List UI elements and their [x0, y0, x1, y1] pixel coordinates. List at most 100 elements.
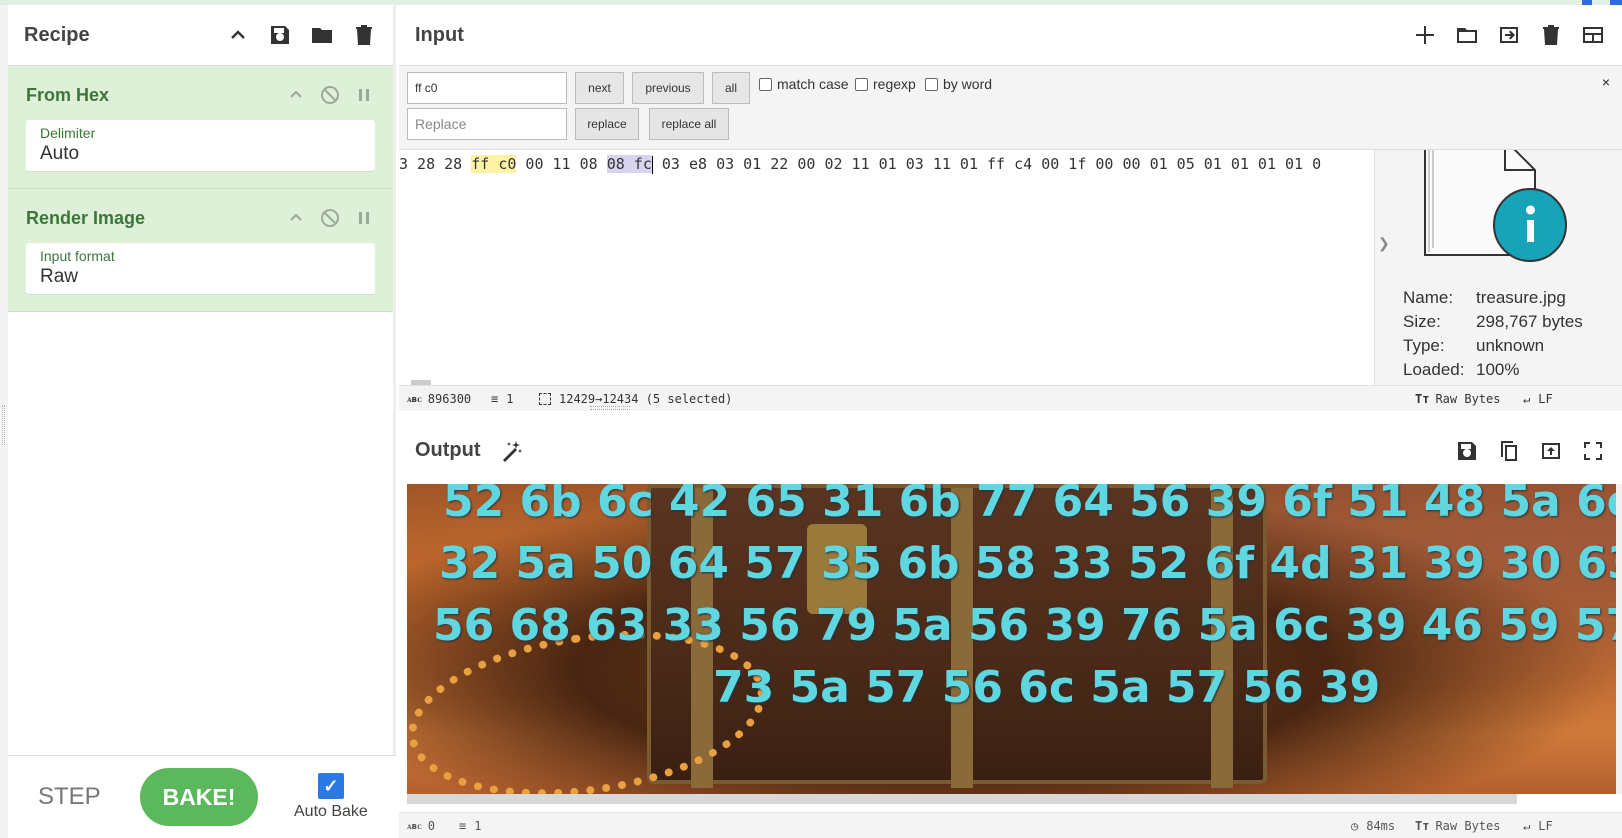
open-file-icon[interactable]	[1496, 22, 1522, 48]
return-arrow-icon: ↵	[1523, 392, 1531, 406]
all-button[interactable]: all	[712, 72, 750, 104]
match-case-option[interactable]: match case	[759, 76, 849, 92]
hex-text: 3 28 28	[399, 155, 472, 173]
eol-selector[interactable]: ↵ LF	[1523, 819, 1553, 833]
by-word-option[interactable]: by word	[925, 76, 992, 92]
input-status-bar: ᴀʙᴄ 896300 ≡ 1 12429→12434 (5 selected) Tт…	[399, 385, 1622, 411]
operation-from-hex[interactable]: From Hex Delimiter Auto	[8, 66, 393, 189]
file-loaded: 100%	[1476, 360, 1520, 379]
option-label: regexp	[873, 76, 916, 92]
replace-button[interactable]: replace	[575, 108, 639, 140]
checkbox[interactable]	[759, 77, 772, 91]
add-tab-plus-icon[interactable]	[1412, 22, 1438, 48]
auto-bake-toggle[interactable]: ✓ Auto Bake	[294, 773, 368, 821]
clear-recipe-trash-icon[interactable]	[351, 22, 377, 48]
field-value[interactable]: Auto	[40, 143, 361, 165]
load-recipe-folder-icon[interactable]	[309, 22, 335, 48]
next-button[interactable]: next	[575, 72, 624, 104]
field-label: Delimiter	[40, 125, 96, 141]
chevron-up-icon[interactable]	[285, 84, 307, 106]
selection-value: 12429→12434 (5 selected)	[559, 392, 733, 406]
replace-input[interactable]: Replace	[407, 108, 567, 140]
find-input[interactable]: ff c0	[407, 72, 567, 104]
chevron-right-icon[interactable]: ❯	[1378, 235, 1390, 252]
recipe-header: Recipe	[8, 5, 393, 66]
bake-button[interactable]: BAKE!	[140, 768, 258, 826]
close-icon[interactable]: ×	[1602, 74, 1610, 90]
magic-wand-icon[interactable]	[499, 438, 525, 464]
encoding-selector[interactable]: Tт Raw Bytes	[1415, 392, 1500, 406]
left-gutter	[0, 5, 8, 838]
input-text-area[interactable]: 3 28 28 ff c0 00 11 08 08 fc 03 e8 03 01…	[399, 155, 1374, 179]
layout-icon[interactable]	[1580, 22, 1606, 48]
chevron-up-icon[interactable]	[285, 207, 307, 229]
selection-icon	[539, 393, 551, 405]
horizontal-scrollbar[interactable]	[407, 794, 1517, 804]
line-count-value: 1	[506, 392, 514, 406]
replace-input-with-output-icon[interactable]	[1538, 438, 1564, 464]
search-match-highlight: ff c0	[471, 155, 517, 173]
input-format-field[interactable]: Input format Raw	[26, 243, 375, 295]
file-name: treasure.jpg	[1476, 288, 1566, 307]
bake-time: ◷ 84ms	[1351, 819, 1395, 833]
collapse-chevron-icon[interactable]	[225, 22, 251, 48]
input-header: Input	[399, 5, 1622, 66]
abc-icon: ᴀʙᴄ	[407, 821, 422, 832]
label: Loaded:	[1403, 360, 1465, 379]
save-recipe-icon[interactable]	[267, 22, 293, 48]
eol-selector[interactable]: ↵ LF	[1523, 392, 1553, 406]
disable-icon[interactable]	[319, 84, 341, 106]
regexp-option[interactable]: regexp	[855, 76, 916, 92]
rendered-image: 52 6b 6c 42 65 31 6b 77 64 56 39 6f 51 4…	[407, 484, 1618, 794]
bake-time-value: 84ms	[1366, 819, 1396, 833]
file-loaded-row: Loaded: 100%	[1403, 360, 1519, 380]
replace-all-button[interactable]: replace all	[649, 108, 729, 140]
disable-icon[interactable]	[319, 207, 341, 229]
recipe-footer: STEP BAKE! ✓ Auto Bake	[8, 755, 396, 838]
pause-icon[interactable]	[353, 207, 375, 229]
text-size-icon: Tт	[1415, 392, 1430, 406]
selection-info: 12429→12434 (5 selected)	[539, 392, 732, 406]
checkmark-icon[interactable]: ✓	[317, 773, 344, 799]
lines-icon: ≡	[491, 392, 499, 406]
option-label: match case	[777, 76, 849, 92]
file-details-pane: ❯ Name: treasure.jpg Size: 298,767 bytes T…	[1374, 150, 1622, 385]
field-value[interactable]: Raw	[40, 266, 361, 288]
recipe-panel: Recipe From Hex Delimiter Auto Render Im…	[8, 5, 396, 838]
char-count-value: 0	[427, 819, 436, 833]
encoding-selector[interactable]: Tт Raw Bytes	[1415, 819, 1500, 833]
selection-highlight: 08 fc	[606, 155, 652, 173]
clear-input-trash-icon[interactable]	[1538, 22, 1564, 48]
file-type-row: Type: unknown	[1403, 336, 1544, 356]
file-type: unknown	[1476, 336, 1545, 355]
delimiter-field[interactable]: Delimiter Auto	[26, 120, 375, 172]
open-folder-icon[interactable]	[1454, 22, 1480, 48]
eol-value: LF	[1538, 819, 1553, 833]
vertical-scrollbar[interactable]	[1616, 484, 1622, 794]
operation-name: Render Image	[26, 207, 146, 228]
file-size: 298,767 bytes	[1476, 312, 1583, 331]
pause-icon[interactable]	[353, 84, 375, 106]
panel-resize-handle[interactable]	[590, 406, 630, 410]
hex-text: 03 e8 03 01 22 00 02 11 01 03 11 01 ff c…	[652, 155, 1322, 173]
save-output-icon[interactable]	[1454, 438, 1480, 464]
output-status-bar: ᴀʙᴄ 0 ≡ 1 ◷ 84ms Tт Raw Bytes ↵ LF	[399, 812, 1622, 838]
output-title: Output	[415, 439, 481, 461]
hex-text: 00 11 08	[516, 155, 607, 173]
input-panel: Input ff c0 next previous all match case…	[399, 5, 1622, 420]
checkbox[interactable]	[855, 77, 868, 91]
fullscreen-icon[interactable]	[1580, 438, 1606, 464]
output-header: Output	[399, 420, 1622, 481]
resize-handle[interactable]	[2, 405, 5, 445]
line-count: ≡ 1	[491, 392, 513, 406]
checkbox[interactable]	[925, 77, 938, 91]
operation-render-image[interactable]: Render Image Input format Raw	[8, 189, 393, 312]
lines-icon: ≡	[459, 819, 467, 833]
step-button[interactable]: STEP	[38, 783, 128, 811]
label: Name:	[1403, 288, 1454, 307]
text-size-icon: Tт	[1415, 819, 1430, 833]
encoding-value: Raw Bytes	[1435, 819, 1501, 833]
recipe-title: Recipe	[24, 23, 90, 46]
previous-button[interactable]: previous	[632, 72, 704, 104]
copy-icon[interactable]	[1496, 438, 1522, 464]
